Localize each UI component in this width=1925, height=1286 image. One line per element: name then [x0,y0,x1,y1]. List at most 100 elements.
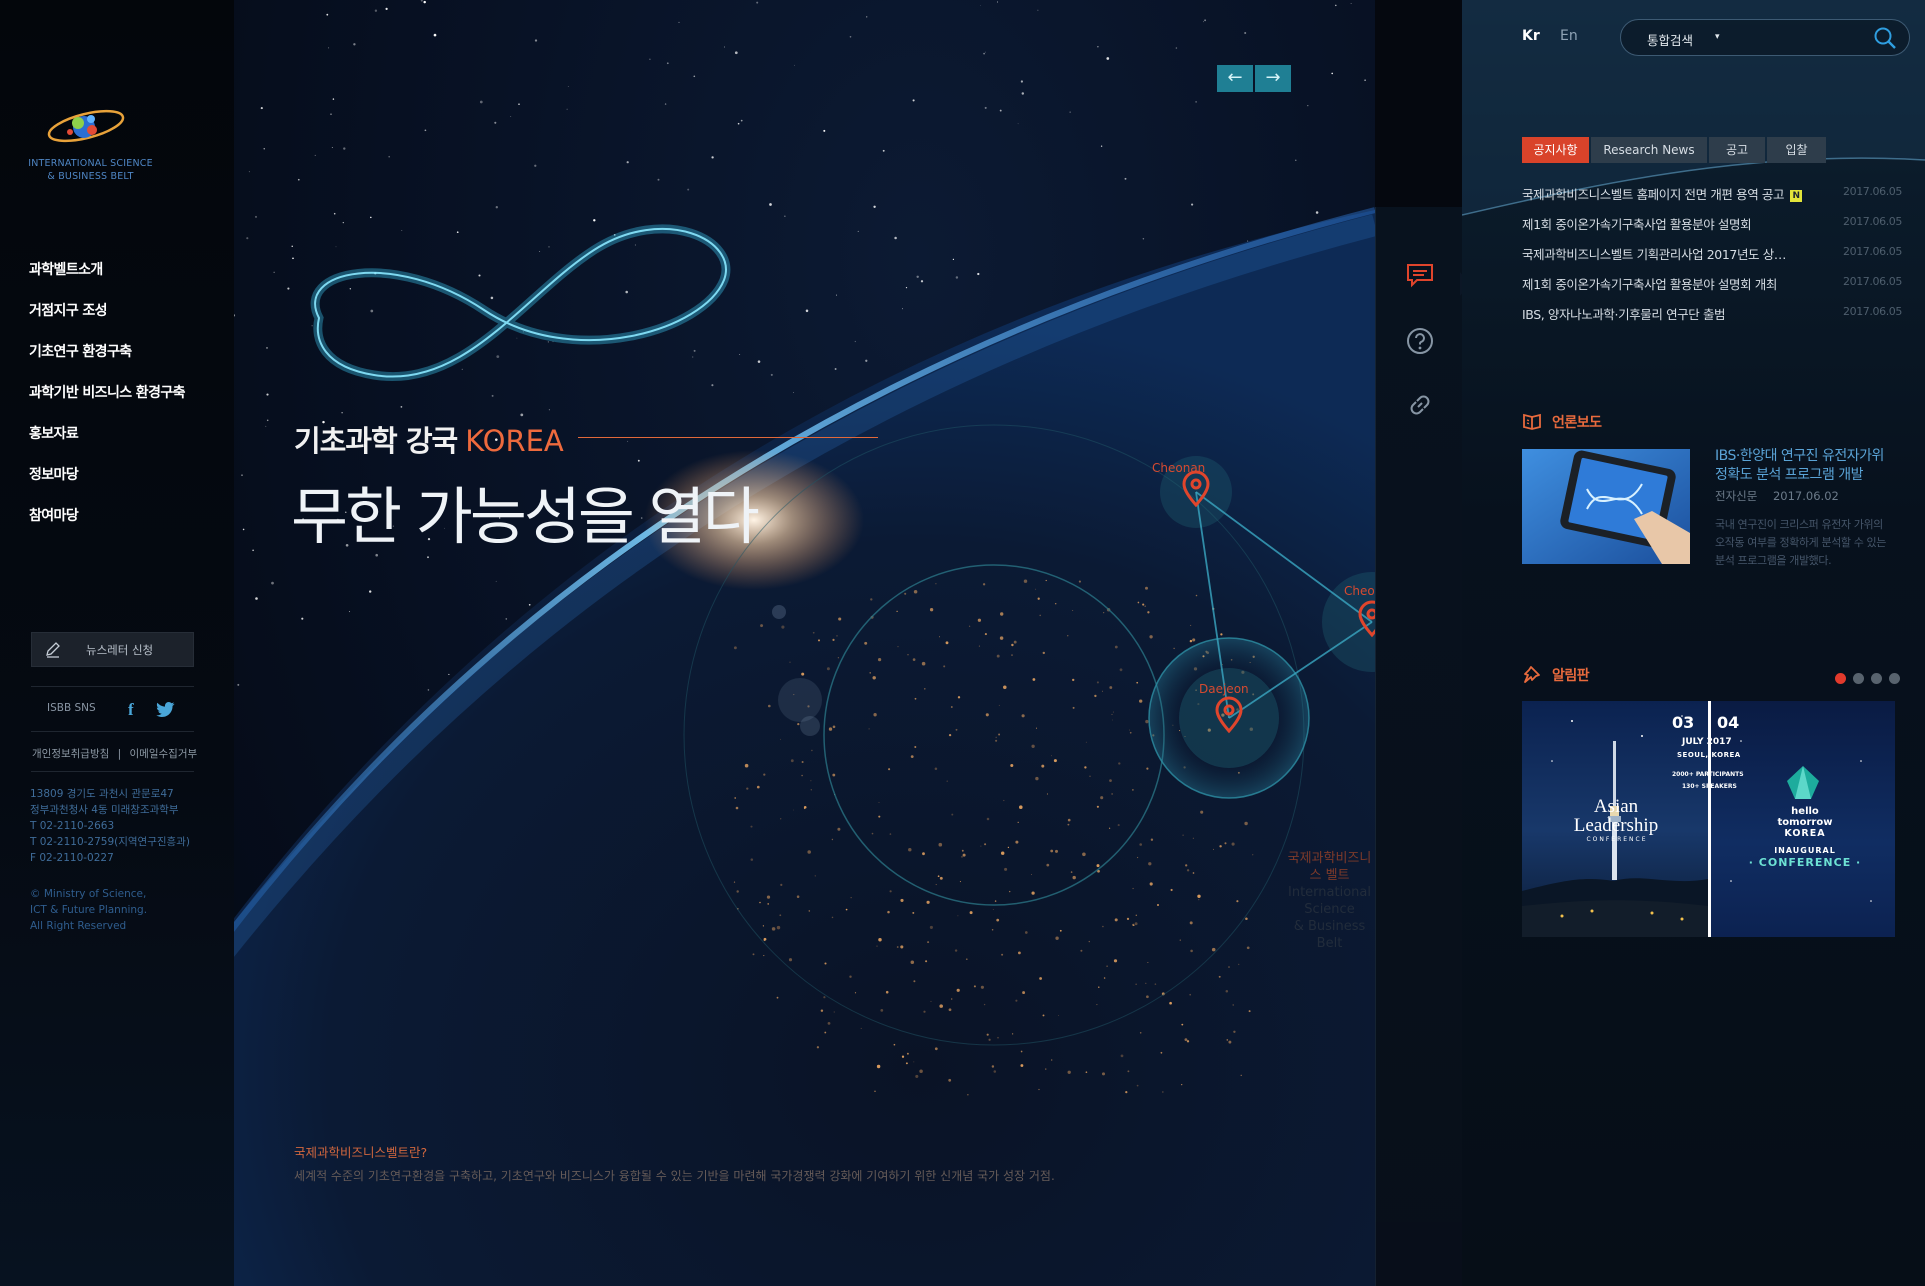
left-sidebar: INTERNATIONAL SCIENCE & BUSINESS BELT 과학… [0,0,234,1286]
notice-title[interactable]: 국제과학비즈니스벨트 기획관리사업 2017년도 상… [1522,244,1786,263]
banner-conference-2: · CONFERENCE · [1748,856,1862,869]
logo-text-line1: INTERNATIONAL SCIENCE [28,158,153,169]
list-item[interactable]: 제1회 중이온가속기구축사업 활용분야 설명회 2017.06.05 [1522,214,1902,244]
nav-item-pr[interactable]: 홍보자료 [29,422,185,463]
logo-text-line2: & BUSINESS BELT [47,171,134,182]
carousel-dots [1828,673,1900,684]
carousel-dot[interactable] [1853,673,1864,684]
notice-list: 국제과학비즈니스벨트 홈페이지 전면 개편 용역 공고 N 2017.06.05 … [1522,184,1902,334]
chevron-down-icon[interactable]: ▾ [1715,32,1720,42]
notice-title[interactable]: 국제과학비즈니스벨트 홈페이지 전면 개편 용역 공고 N [1522,184,1803,203]
carousel-dot[interactable] [1871,673,1882,684]
lang-kr-link[interactable]: Kr [1522,28,1540,44]
nav-item-info[interactable]: 정보마당 [29,463,185,504]
space-earth-background [234,0,1375,1286]
notice-date: 2017.06.05 [1843,275,1902,288]
tablet-dna-image [1522,449,1690,564]
twitter-icon[interactable] [156,701,176,719]
tab-notice[interactable]: 공지사항 [1522,137,1589,163]
city-label-daejeon[interactable]: Daejeon [1199,682,1249,696]
isbb-logo[interactable]: INTERNATIONAL SCIENCE & BUSINESS BELT [28,102,153,186]
city-label-cheonan[interactable]: Cheonan [1152,461,1205,475]
notice-title-text[interactable]: 국제과학비즈니스벨트 홈페이지 전면 개편 용역 공고 [1522,187,1784,202]
press-meta: 전자신문 2017.06.02 [1715,488,1839,504]
nav-item-research[interactable]: 기초연구 환경구축 [29,340,185,381]
map-label-ko: 국제과학비즈니스 벨트 [1287,851,1372,883]
list-item[interactable]: IBS, 양자나노과학·기후물리 연구단 출범 2017.06.05 [1522,304,1902,334]
tab-announcement[interactable]: 공고 [1709,137,1765,163]
address-line: 정부과천청사 4동 미래창조과학부 [30,804,179,816]
privacy-policy-link[interactable]: 개인정보취급방침 [32,748,109,760]
phone-line: T 02-2110-2759(지역연구진흥과) [30,836,190,848]
facebook-icon[interactable]: f [128,700,134,720]
nav-item-participate[interactable]: 참여마당 [29,504,185,545]
press-date: 2017.06.02 [1772,489,1839,503]
nav-item-intro[interactable]: 과학벨트소개 [29,258,185,299]
main-nav: 과학벨트소개 거점지구 조성 기초연구 환경구축 과학기반 비즈니스 환경구축 … [29,258,186,545]
divider [31,771,194,772]
notice-date: 2017.06.05 [1843,245,1902,258]
tab-bidding[interactable]: 입찰 [1767,137,1826,163]
phone-line: T 02-2110-2663 [30,820,115,832]
notice-title[interactable]: 제1회 중이온가속기구축사업 활용분야 설명회 [1522,214,1752,233]
copyright-line: All Right Reserved [30,920,127,932]
copyright-line: ICT & Future Planning. [30,904,148,916]
newsletter-label: 뉴스레터 신청 [86,642,154,657]
hero-title: 무한 가능성을 열다 [291,480,760,553]
nav-item-hub[interactable]: 거점지구 조성 [29,299,185,340]
search-icon[interactable] [1873,26,1897,50]
newsletter-button[interactable]: 뉴스레터 신청 [31,632,194,667]
carousel-dot[interactable] [1835,673,1846,684]
book-icon [1523,413,1541,430]
board-banner[interactable]: 03 04 JULY 2017 SEOUL, KOREA 2000+ PARTI… [1522,701,1895,937]
lang-en-link[interactable]: En [1560,28,1578,44]
banner-hello-tomorrow: hello tomorrow [1777,806,1833,828]
press-thumbnail[interactable] [1522,449,1690,564]
isbb-question[interactable]: 국제과학비즈니스벨트란? [294,1142,427,1161]
tab-research-news[interactable]: Research News [1591,137,1707,163]
carousel-dot[interactable] [1889,673,1900,684]
banner-month: JULY 2017 [1682,737,1732,747]
hero-divider [578,437,878,438]
divider [31,686,194,687]
sns-label: ISBB SNS [47,702,96,714]
new-badge: N [1790,190,1803,202]
pencil-icon [46,641,60,658]
notice-title[interactable]: 제1회 중이온가속기구축사업 활용분야 설명회 개최 [1522,274,1777,293]
notice-date: 2017.06.05 [1843,305,1902,318]
board-section-label: 알림판 [1552,668,1590,684]
press-section-title[interactable]: 언론보도 [1522,412,1602,432]
email-refusal-link[interactable]: 이메일수집거부 [130,748,198,760]
press-headline[interactable]: IBS·한양대 연구진 유전자가위 정확도 분석 프로그램 개발 [1715,447,1895,485]
copyright-line: © Ministry of Science, [30,888,147,900]
board-section-title[interactable]: 알림판 [1522,665,1590,685]
list-item[interactable]: 제1회 중이온가속기구축사업 활용분야 설명회 개최 2017.06.05 [1522,274,1902,304]
search-input[interactable] [1736,26,1856,50]
notice-title[interactable]: IBS, 양자나노과학·기후물리 연구단 출범 [1522,304,1726,323]
fax-line: F 02-2110-0227 [30,852,114,864]
banner-date-end: 04 [1717,713,1740,732]
link-icon[interactable] [1404,389,1436,421]
policy-links: 개인정보취급방침 | 이메일수집거부 [32,746,197,761]
banner-asian-leadership: Asian Leadership [1573,796,1659,836]
banner-participants: 2000+ PARTICIPANTS [1672,771,1744,778]
press-section-label: 언론보도 [1552,415,1602,431]
nav-item-business[interactable]: 과학기반 비즈니스 환경구축 [29,381,186,422]
hero-visual: ← → 기초과학 강국 KOREA 무한 가능성을 열다 Cheonan Cheo… [234,0,1375,1286]
divider [31,731,194,732]
map-label-en: & Business Belt [1293,919,1366,951]
search-scope-dropdown[interactable]: 통합검색 [1647,30,1693,49]
press-source: 전자신문 [1715,489,1758,503]
list-item[interactable]: 국제과학비즈니스벨트 홈페이지 전면 개편 용역 공고 N 2017.06.05 [1522,184,1902,214]
city-label-cheongju[interactable]: Cheongju [1344,584,1375,598]
press-summary: 국내 연구진이 크리스퍼 유전자 가위의 오작동 여부를 정확하게 분석할 수 … [1715,518,1887,567]
help-icon[interactable] [1404,325,1436,357]
list-item[interactable]: 국제과학비즈니스벨트 기획관리사업 2017년도 상… 2017.06.05 [1522,244,1902,274]
atom-logo-icon [47,109,125,143]
hero-subtitle: 기초과학 강국 KOREA [294,418,564,460]
slide-next-button[interactable]: → [1255,65,1291,92]
chat-icon[interactable] [1404,259,1436,291]
banner-speakers: 130+ SPEAKERS [1682,783,1737,790]
slide-prev-button[interactable]: ← [1217,65,1253,92]
address-line: 13809 경기도 과천시 관문로47 [30,788,174,800]
